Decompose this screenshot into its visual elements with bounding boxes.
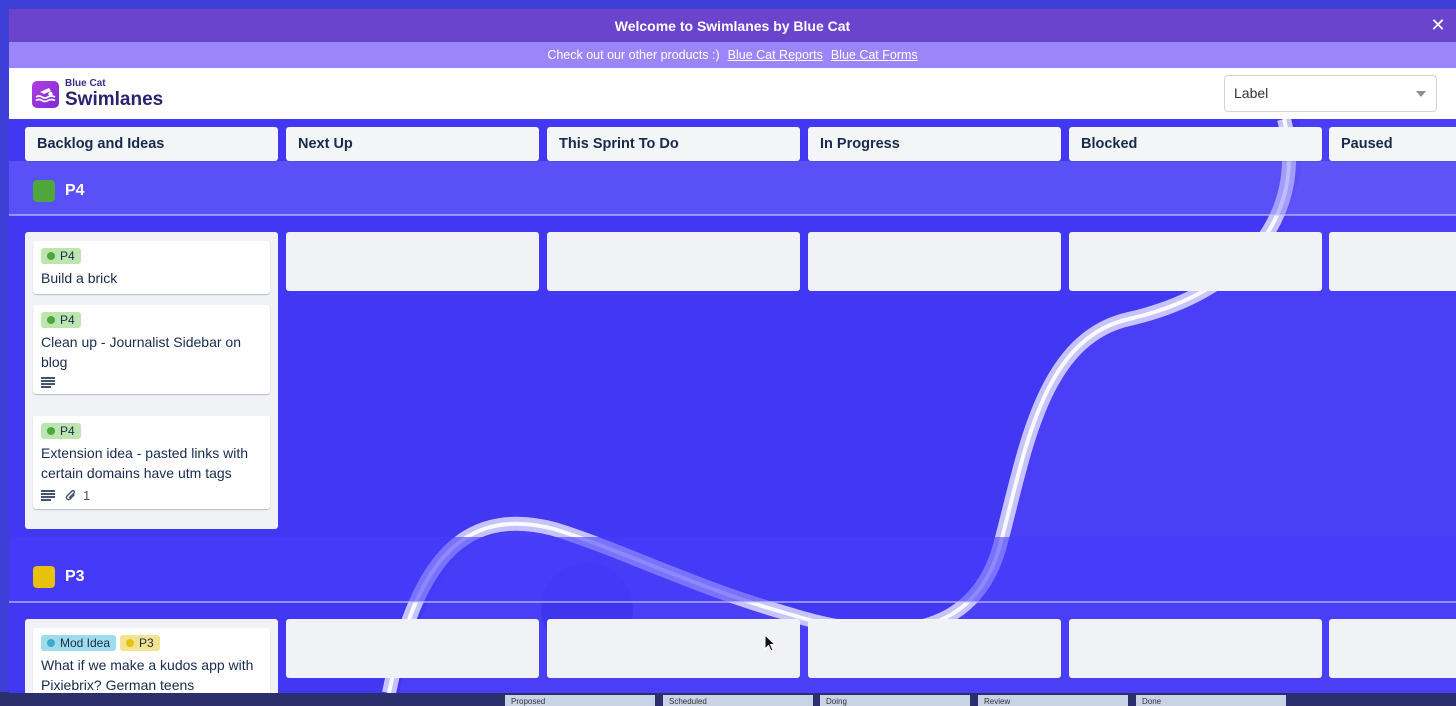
label-dot-icon <box>47 316 55 324</box>
background-column-proposed: Proposed <box>505 695 655 706</box>
group-by-value: Label <box>1234 85 1269 101</box>
paperclip-icon <box>65 489 76 501</box>
lane-title-p4[interactable]: P4 <box>33 180 85 202</box>
label-text: P3 <box>139 636 154 650</box>
lane-name: P4 <box>65 182 85 199</box>
modal-title: Welcome to Swimlanes by Blue Cat <box>614 17 851 34</box>
app-header: Blue Cat Swimlanes Label <box>9 68 1456 119</box>
swimlanes-modal: Welcome to Swimlanes by Blue Cat ✕ Check… <box>9 9 1456 693</box>
attachment-count: 1 <box>83 488 91 503</box>
column-header-backlog[interactable]: Backlog and Ideas <box>25 127 278 161</box>
label-dot-icon <box>47 252 55 260</box>
card-title: What if we make a kudos app with Pixiebr… <box>41 657 254 693</box>
modal-title-bar: Welcome to Swimlanes by Blue Cat ✕ <box>9 9 1456 42</box>
card[interactable]: Mod Idea P3 What if we make a kudos app … <box>33 628 270 693</box>
card-title: Clean up - Journalist Sidebar on blog <box>41 334 242 370</box>
label-text: P4 <box>60 249 75 263</box>
label-dot-icon <box>47 427 55 435</box>
column-header-next-up[interactable]: Next Up <box>286 127 539 161</box>
lane-color-swatch <box>33 566 55 588</box>
label-text: P4 <box>60 424 75 438</box>
label-badge: Mod Idea <box>41 635 117 651</box>
cell-p4-in-progress[interactable] <box>808 232 1061 291</box>
cell-p4-sprint-todo[interactable] <box>547 232 800 291</box>
cell-p4-backlog[interactable]: P4 Build a brick P4 Clean up - Journalis… <box>25 232 278 529</box>
label-dot-icon <box>126 639 135 647</box>
board: Backlog and Ideas Next Up This Sprint To… <box>9 119 1456 693</box>
background-column-done: Done <box>1136 695 1286 706</box>
link-blue-cat-forms[interactable]: Blue Cat Forms <box>831 48 918 62</box>
mouse-cursor-icon <box>764 634 777 652</box>
lane-name: P3 <box>65 568 85 585</box>
cell-p4-blocked[interactable] <box>1069 232 1322 291</box>
brand-product: Swimlanes <box>65 89 164 110</box>
lane-title-p3[interactable]: P3 <box>33 566 85 588</box>
lane-header-p3 <box>9 537 1456 602</box>
label-text: P4 <box>60 313 75 327</box>
background-column-scheduled: Scheduled <box>663 695 813 706</box>
cell-p3-next-up[interactable] <box>286 619 539 678</box>
promo-text: Check out our other products :) <box>547 48 720 62</box>
card[interactable]: P4 Clean up - Journalist Sidebar on blog <box>33 305 270 394</box>
label-dot-icon <box>47 639 55 647</box>
card[interactable]: P4 Extension idea - pasted links with ce… <box>33 416 270 509</box>
lane-color-swatch <box>33 180 55 202</box>
lane-divider <box>9 214 1456 216</box>
label-badge: P4 <box>41 248 81 264</box>
column-header-in-progress[interactable]: In Progress <box>808 127 1061 161</box>
cell-p3-backlog[interactable]: Mod Idea P3 What if we make a kudos app … <box>25 619 278 693</box>
column-header-sprint-todo[interactable]: This Sprint To Do <box>547 127 800 161</box>
column-header-blocked[interactable]: Blocked <box>1069 127 1322 161</box>
column-header-paused[interactable]: Paused <box>1329 127 1456 161</box>
label-badge: P4 <box>41 423 81 439</box>
card[interactable]: P4 Build a brick <box>33 241 270 294</box>
label-badge: P3 <box>120 635 160 651</box>
promo-bar: Check out our other products :) Blue Cat… <box>9 42 1456 68</box>
cell-p3-paused[interactable] <box>1329 619 1456 678</box>
background-column-review: Review <box>978 695 1128 706</box>
link-blue-cat-reports[interactable]: Blue Cat Reports <box>728 48 823 62</box>
lane-header-p4 <box>9 161 1456 215</box>
attachment-badge: 1 <box>65 488 90 503</box>
cell-p4-paused[interactable] <box>1329 232 1456 291</box>
chevron-down-icon <box>1416 91 1426 97</box>
brand-company: Blue Cat <box>65 78 106 89</box>
cell-p3-sprint-todo[interactable] <box>547 619 800 678</box>
description-icon <box>41 490 55 501</box>
description-icon <box>41 377 55 388</box>
lane-divider <box>9 601 1456 603</box>
cell-p3-blocked[interactable] <box>1069 619 1322 678</box>
card-title: Build a brick <box>41 270 118 286</box>
close-icon[interactable]: ✕ <box>1428 15 1448 35</box>
label-badge: P4 <box>41 312 81 328</box>
app-logo: Blue Cat Swimlanes <box>32 79 163 109</box>
group-by-select[interactable]: Label <box>1224 75 1437 112</box>
card-title: Extension idea - pasted links with certa… <box>41 445 248 481</box>
swimmer-icon <box>32 80 59 108</box>
cell-p4-next-up[interactable] <box>286 232 539 291</box>
background-column-doing: Doing <box>820 695 970 706</box>
label-text: Mod Idea <box>60 636 111 650</box>
cell-p3-in-progress[interactable] <box>808 619 1061 678</box>
